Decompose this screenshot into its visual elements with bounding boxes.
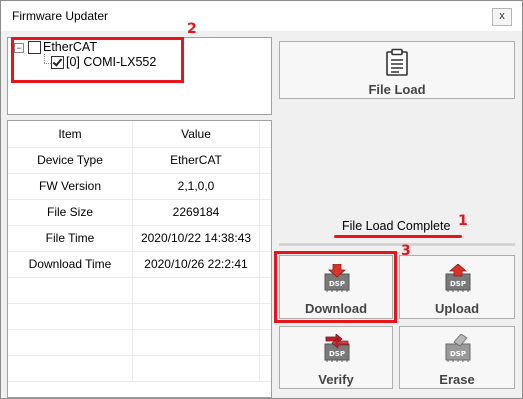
annotation-box-2 (11, 37, 184, 83)
table-cell-empty (133, 277, 260, 303)
close-button[interactable]: x (492, 8, 512, 26)
annotation-number-1: 1 (458, 213, 468, 229)
table-cell-value: 2020/10/22 14:38:43 (133, 225, 260, 251)
table-cell-value: 2020/10/26 22:2:41 (133, 251, 260, 277)
svg-text:DSP: DSP (450, 280, 466, 288)
erase-label: Erase (439, 372, 475, 387)
info-table: Item Value Device Type EtherCAT FW Versi… (7, 120, 272, 398)
table-header-row: Item Value (8, 121, 271, 148)
column-header-item: Item (8, 121, 133, 147)
svg-text:DSP: DSP (329, 350, 345, 358)
table-cell-value: 2,1,0,0 (133, 173, 260, 199)
table-row-empty (8, 355, 271, 382)
table-row: File Time 2020/10/22 14:38:43 (8, 225, 271, 252)
clipboard-icon (386, 48, 408, 76)
table-cell-item: File Size (8, 199, 133, 225)
erase-icon: DSP (445, 334, 471, 362)
upload-label: Upload (434, 301, 480, 316)
window-title: Firmware Updater (12, 9, 109, 23)
upload-icon: DSP (445, 264, 471, 292)
column-header-value: Value (133, 121, 260, 147)
table-row-empty (8, 329, 271, 356)
verify-label: Verify (318, 372, 354, 387)
table-row: Device Type EtherCAT (8, 147, 271, 174)
status-text: File Load Complete (342, 219, 451, 233)
table-row-empty (8, 303, 271, 330)
table-cell-value: EtherCAT (133, 147, 260, 173)
upload-button[interactable]: DSP Upload (399, 255, 515, 319)
table-row: File Size 2269184 (8, 199, 271, 226)
table-cell-empty (133, 329, 260, 355)
annotation-number-2: 2 (187, 21, 197, 37)
erase-button[interactable]: DSP Erase (399, 326, 515, 389)
progress-bar (279, 243, 515, 246)
file-load-label: File Load (368, 82, 426, 97)
table-row: Download Time 2020/10/26 22:2:41 (8, 251, 271, 278)
verify-icon: DSP (324, 334, 350, 362)
svg-text:DSP: DSP (450, 350, 466, 358)
file-load-button[interactable]: File Load (279, 41, 515, 99)
title-bar: Firmware Updater x (1, 1, 522, 31)
table-row-empty (8, 277, 271, 304)
annotation-box-3 (274, 251, 397, 323)
table-cell-empty (133, 303, 260, 329)
table-cell-value: 2269184 (133, 199, 260, 225)
table-cell-item: File Time (8, 225, 133, 251)
table-cell-item: Download Time (8, 251, 133, 277)
firmware-updater-window: Firmware Updater x − EtherCAT [0] COMI-L… (0, 0, 523, 399)
verify-button[interactable]: DSP Verify (279, 326, 393, 389)
table-row: FW Version 2,1,0,0 (8, 173, 271, 200)
table-cell-empty (133, 355, 260, 381)
table-cell-empty (8, 355, 133, 381)
table-cell-empty (8, 277, 133, 303)
annotation-underline-1 (334, 235, 462, 238)
table-cell-item: FW Version (8, 173, 133, 199)
table-cell-empty (8, 303, 133, 329)
table-cell-item: Device Type (8, 147, 133, 173)
annotation-number-3: 3 (401, 243, 411, 259)
table-cell-empty (8, 329, 133, 355)
